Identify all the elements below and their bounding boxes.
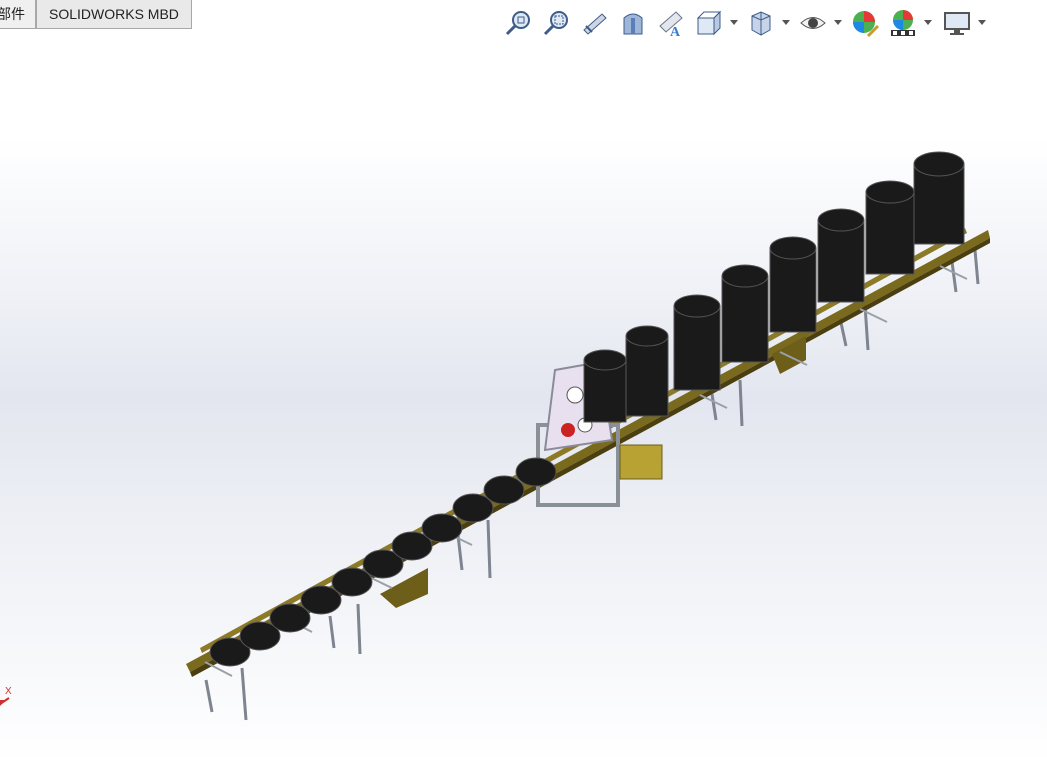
chevron-down-icon: [730, 20, 738, 25]
view-settings-button[interactable]: [940, 6, 974, 42]
apply-scene-button[interactable]: [886, 6, 920, 42]
section-view-icon: [623, 13, 643, 35]
hide-show-items-icon: [800, 17, 826, 29]
view-settings-dropdown[interactable]: [978, 6, 988, 42]
zoom-to-fit-button[interactable]: [502, 6, 536, 42]
display-style-dropdown[interactable]: [782, 6, 792, 42]
tab-assembly[interactable]: 部件: [0, 0, 36, 29]
view-settings-icon: [944, 12, 970, 35]
zoom-to-area-icon: [543, 11, 568, 36]
dynamic-annotation-views-button[interactable]: A: [654, 6, 688, 42]
chevron-down-icon: [978, 20, 986, 25]
tab-solidworks-mbd[interactable]: SOLIDWORKS MBD: [36, 0, 192, 29]
view-orientation-icon: [696, 10, 722, 36]
previous-view-button[interactable]: [578, 6, 612, 42]
conveyor-assembly-model: [186, 151, 990, 721]
chevron-down-icon: [834, 20, 842, 25]
support-legs: [204, 249, 980, 721]
zoom-to-area-button[interactable]: [540, 6, 574, 42]
dynamic-annotation-views-icon: A: [659, 11, 683, 38]
view-orientation-dropdown[interactable]: [730, 6, 740, 42]
display-style-button[interactable]: [744, 6, 778, 42]
roller-rungs: [204, 265, 968, 677]
view-orientation-button[interactable]: [692, 6, 726, 42]
edit-appearance-button[interactable]: [848, 6, 882, 42]
triad-x-label: X: [5, 686, 12, 697]
apply-scene-icon: [891, 10, 915, 36]
section-view-button[interactable]: [616, 6, 650, 42]
edit-appearance-icon: [853, 11, 880, 38]
svg-text:A: A: [670, 25, 681, 38]
hide-show-items-button[interactable]: [796, 6, 830, 42]
chevron-down-icon: [924, 20, 932, 25]
reference-triad: X: [0, 686, 18, 708]
previous-view-icon: [583, 13, 607, 35]
display-style-icon: [751, 11, 771, 36]
apply-scene-dropdown[interactable]: [924, 6, 934, 42]
graphics-area[interactable]: [0, 0, 1047, 763]
hide-show-items-dropdown[interactable]: [834, 6, 844, 42]
command-manager-tabs: 部件 SOLIDWORKS MBD: [0, 0, 192, 31]
small-coils: [209, 457, 557, 667]
chevron-down-icon: [782, 20, 790, 25]
zoom-to-fit-icon: [505, 11, 530, 36]
